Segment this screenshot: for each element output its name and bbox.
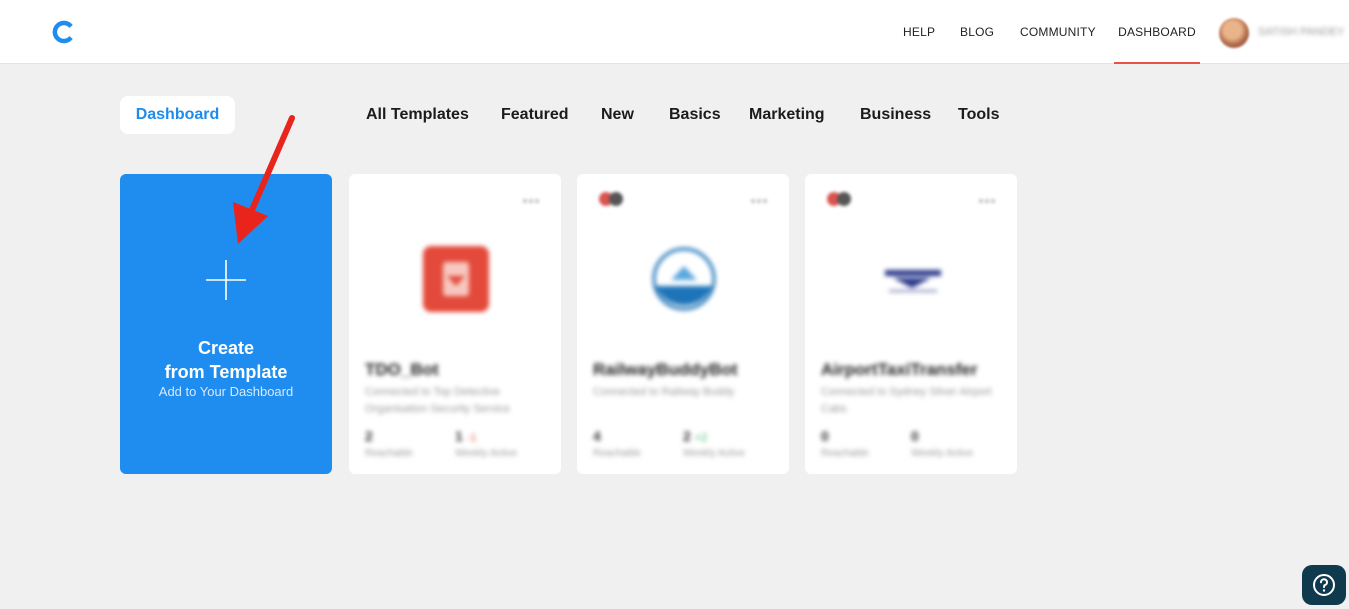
nav-help-link[interactable]: HELP [903,0,935,64]
bot-description: Connected to Railway Buddy [593,386,735,398]
tab-new[interactable]: New [601,96,634,134]
nav-dashboard-link[interactable]: DASHBOARD [1114,0,1200,64]
bot-name: RailwayBuddyBot [593,360,738,379]
weekly-active-delta: +2 [694,432,708,444]
question-icon [1313,574,1335,596]
tab-basics[interactable]: Basics [669,96,721,134]
tab-all-templates[interactable]: All Templates [366,96,469,134]
weekly-active-count: 1 [455,428,463,444]
bot-logo-icon [885,270,941,292]
nav-blog-link[interactable]: BLOG [960,0,994,64]
create-card-title-line1: Create [197,338,255,358]
weekly-active-label: Weekly Active [683,448,746,459]
tab-tools[interactable]: Tools [958,96,999,134]
reachable-label: Reachable [365,448,413,459]
nav-community-link[interactable]: COMMUNITY [1020,0,1096,64]
bot-logo-icon [652,247,716,311]
bot-name: AirportTaxiTransfer [821,360,978,379]
reachable-label: Reachable [593,448,641,459]
create-card-title: Create from Template [120,336,332,384]
logo-c-icon[interactable] [52,20,76,44]
help-chat-button[interactable] [1302,565,1346,605]
tab-dashboard[interactable]: Dashboard [120,96,235,134]
reachable-value: 0 [821,428,829,444]
bot-description: Connected to Top Detective Organisation … [365,386,510,415]
create-card-title-line2: from Template [164,362,288,382]
weekly-active-delta: -1 [466,432,477,444]
channel-icons [827,192,861,208]
weekly-active-count: 2 [683,428,691,444]
template-category-tabs: Dashboard All Templates Featured New Bas… [0,96,1349,134]
bot-name: TDO_Bot [365,360,439,379]
reachable-value: 2 [365,428,373,444]
username[interactable]: SATISH PANDEY [1258,26,1344,38]
reachable-value: 4 [593,428,601,444]
bot-logo-icon [423,246,489,312]
plus-icon [206,260,246,300]
weekly-active-value: 1 -1 [455,428,476,444]
bot-card-airporttaxi[interactable]: AirportTaxiTransfer Connected to Sydney … [805,174,1017,474]
bot-description: Connected to Sydney Silver Airport Cabs [821,386,992,415]
top-navigation-bar: HELP BLOG COMMUNITY DASHBOARD SATISH PAN… [0,0,1349,64]
more-options-icon[interactable] [979,190,999,203]
weekly-active-value: 0 [911,428,919,444]
bot-card-railwaybuddy[interactable]: RailwayBuddyBot Connected to Railway Bud… [577,174,789,474]
bot-card-tdo[interactable]: TDO_Bot Connected to Top Detective Organ… [349,174,561,474]
tab-business[interactable]: Business [860,96,931,134]
create-from-template-card[interactable]: Create from Template Add to Your Dashboa… [120,174,332,474]
weekly-active-value: 2 +2 [683,428,707,444]
tab-marketing[interactable]: Marketing [749,96,825,134]
more-options-icon[interactable] [523,190,543,203]
weekly-active-label: Weekly Active [911,448,974,459]
reachable-label: Reachable [821,448,869,459]
avatar[interactable] [1219,18,1249,48]
more-options-icon[interactable] [751,190,771,203]
create-card-subtitle: Add to Your Dashboard [158,384,294,399]
weekly-active-label: Weekly Active [455,448,518,459]
channel-icons [599,192,633,208]
tab-featured[interactable]: Featured [501,96,569,134]
